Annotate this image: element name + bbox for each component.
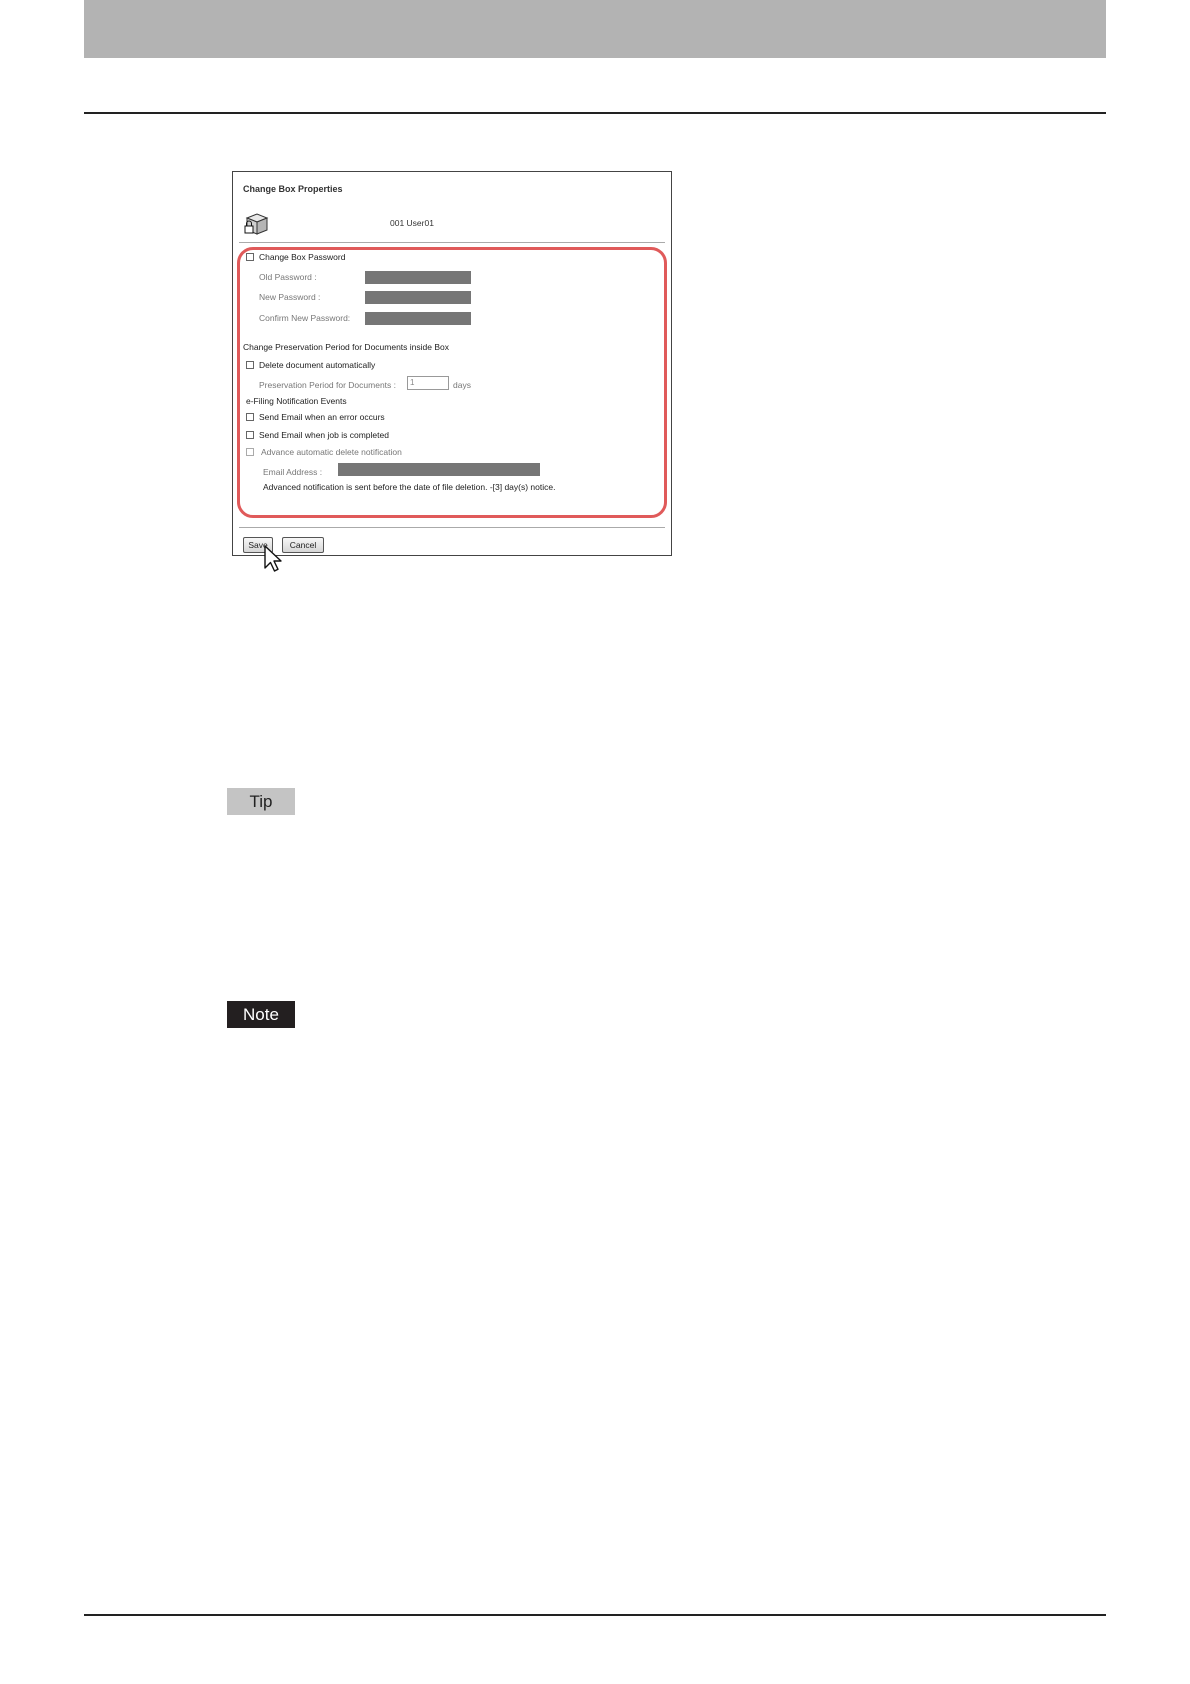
bottom-rule (84, 1614, 1106, 1616)
preservation-period-unit: days (453, 380, 471, 390)
send-on-complete-label: Send Email when job is completed (259, 430, 389, 440)
confirm-password-field[interactable] (365, 312, 471, 325)
advance-delete-checkbox[interactable] (246, 448, 254, 456)
preservation-heading: Change Preservation Period for Documents… (243, 342, 449, 352)
divider-top (239, 242, 665, 243)
preservation-period-label: Preservation Period for Documents : (259, 380, 397, 390)
old-password-field[interactable] (365, 271, 471, 284)
change-password-label: Change Box Password (259, 252, 346, 262)
locked-box-icon (244, 213, 269, 235)
send-on-error-label: Send Email when an error occurs (259, 412, 385, 422)
divider-bottom (239, 527, 665, 528)
send-on-error-checkbox[interactable] (246, 413, 254, 421)
email-address-label: Email Address : (263, 467, 323, 477)
old-password-label: Old Password : (259, 272, 317, 282)
dialog-title: Change Box Properties (243, 184, 343, 194)
top-rule (84, 112, 1106, 114)
page-header-band (84, 0, 1106, 58)
email-address-field[interactable] (338, 463, 540, 476)
change-box-properties-screenshot: Change Box Properties 001 User01 Change … (232, 171, 672, 572)
preservation-period-input[interactable]: 1 (407, 376, 449, 390)
delete-auto-label: Delete document automatically (259, 360, 376, 370)
change-password-checkbox[interactable] (246, 253, 254, 261)
send-on-complete-checkbox[interactable] (246, 431, 254, 439)
new-password-field[interactable] (365, 291, 471, 304)
new-password-label: New Password : (259, 292, 321, 302)
advance-delete-label: Advance automatic delete notification (261, 447, 402, 457)
cancel-button[interactable]: Cancel (282, 537, 324, 553)
box-name: 001 User01 (390, 218, 434, 228)
tip-label: Tip (227, 788, 295, 815)
notification-heading: e-Filing Notification Events (246, 396, 347, 406)
advance-notice-text: Advanced notification is sent before the… (263, 482, 556, 492)
note-label: Note (227, 1001, 295, 1028)
delete-auto-checkbox[interactable] (246, 361, 254, 369)
mouse-pointer-icon (264, 545, 282, 572)
confirm-password-label: Confirm New Password: (259, 313, 351, 323)
